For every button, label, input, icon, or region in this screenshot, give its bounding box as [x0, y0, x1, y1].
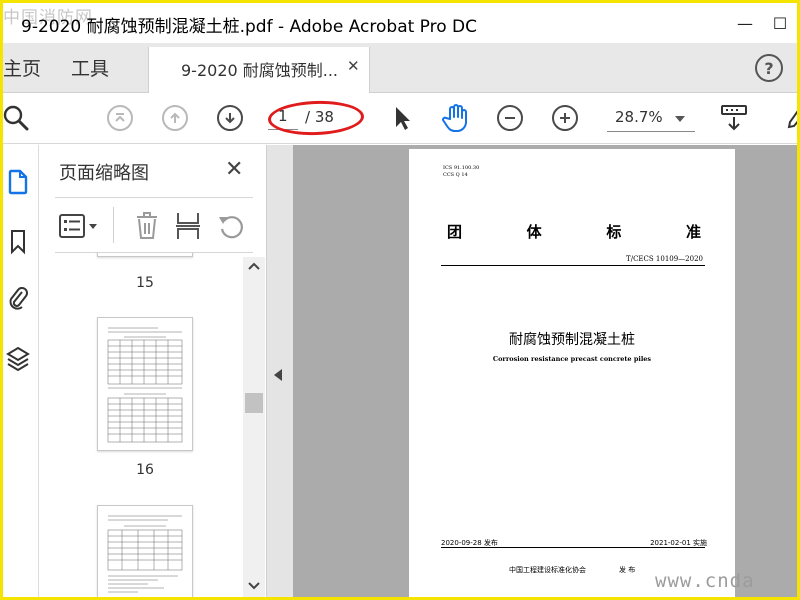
page-thumbnails-icon[interactable]	[3, 165, 33, 199]
document-title-en: Corrosion resistance precast concrete pi…	[492, 355, 652, 363]
standard-heading: 团 体 标 准	[447, 221, 701, 242]
page-total: / 38	[305, 108, 334, 126]
document-tab-label: 9-2020 耐腐蚀预制...	[181, 61, 339, 80]
divider	[441, 265, 705, 266]
panel-title: 页面缩略图	[59, 163, 149, 184]
delete-icon[interactable]	[135, 211, 159, 245]
thumbnail-page[interactable]	[97, 253, 193, 257]
scroll-up-icon[interactable]	[248, 261, 260, 273]
collapse-panel-strip[interactable]	[267, 145, 293, 597]
divider	[55, 197, 253, 198]
heading-char: 准	[685, 223, 701, 241]
tab-bar: 主页 工具 9-2020 耐腐蚀预制... ✕ ?	[3, 43, 797, 93]
divider	[441, 547, 705, 548]
edit-pen-icon[interactable]	[781, 103, 797, 133]
next-page-icon[interactable]	[215, 103, 245, 133]
watermark-bottom: www.cnda	[655, 570, 755, 592]
heading-char: 团	[447, 223, 463, 241]
document-title-cn: 耐腐蚀预制混凝土桩	[509, 332, 635, 348]
heading-char: 体	[526, 223, 542, 241]
page-number-input[interactable]: 1	[268, 106, 298, 130]
search-icon[interactable]	[3, 103, 31, 133]
scroll-mode-icon[interactable]	[719, 103, 749, 133]
window-title: 9-2020 耐腐蚀预制混凝土桩.pdf - Adobe Acrobat Pro…	[21, 17, 478, 37]
app-window: 中国消防网 9-2020 耐腐蚀预制混凝土桩.pdf - Adobe Acrob…	[3, 3, 797, 597]
divider	[113, 207, 114, 243]
pdf-page: ICS 91.100.30 CCS Q 14 团 体 标 准 T/CECS 10…	[409, 149, 735, 597]
previous-page-icon[interactable]	[160, 103, 190, 133]
close-tab-icon[interactable]: ✕	[347, 57, 360, 75]
document-tab[interactable]: 9-2020 耐腐蚀预制... ✕	[148, 47, 370, 93]
close-panel-icon[interactable]: ✕	[225, 157, 243, 182]
attachment-icon[interactable]	[3, 281, 33, 315]
main-toolbar: 1 / 38 28.7%	[3, 94, 797, 144]
thumbnail-page-number: 15	[136, 275, 154, 291]
issuing-association: 中国工程建设标准化协会	[509, 566, 586, 574]
scroll-down-icon[interactable]	[248, 581, 260, 593]
select-cursor-icon[interactable]	[387, 103, 417, 133]
bookmark-icon[interactable]	[3, 225, 33, 259]
help-button[interactable]: ?	[755, 54, 783, 82]
ccs-line: CCS Q 14	[443, 172, 468, 178]
hand-tool-icon[interactable]	[441, 103, 471, 133]
zoom-out-icon[interactable]	[495, 103, 525, 133]
thumbnail-page[interactable]	[97, 317, 193, 451]
title-bar: 中国消防网 9-2020 耐腐蚀预制混凝土桩.pdf - Adobe Acrob…	[3, 3, 797, 43]
ics-code: ICS 91.100.30 CCS Q 14	[443, 165, 479, 179]
extract-pages-icon[interactable]	[175, 211, 201, 245]
panel-toolbar	[55, 201, 253, 251]
zoom-in-icon[interactable]	[550, 103, 580, 133]
rotate-icon[interactable]	[217, 211, 245, 245]
options-menu-icon[interactable]	[59, 213, 101, 243]
first-page-icon[interactable]	[105, 103, 135, 133]
maximize-button[interactable]: ☐	[765, 9, 795, 37]
minimize-button[interactable]: —	[730, 9, 760, 37]
ics-line: ICS 91.100.30	[443, 165, 480, 171]
thumbnail-list: 15 16	[39, 253, 243, 597]
chevron-down-icon[interactable]	[675, 116, 685, 122]
heading-char: 标	[606, 223, 622, 241]
collapse-left-icon[interactable]	[274, 369, 282, 381]
thumbnail-page[interactable]	[97, 505, 193, 597]
layers-icon[interactable]	[3, 341, 33, 375]
issue-label: 发 布	[619, 566, 636, 574]
thumbnails-panel: 页面缩略图 ✕ 15 16	[39, 145, 267, 597]
scrollbar-thumb[interactable]	[245, 393, 263, 413]
thumbnail-page-number: 16	[136, 462, 154, 478]
standard-number: T/CECS 10109—2020	[626, 255, 703, 263]
nav-home[interactable]: 主页	[3, 54, 41, 81]
nav-tools[interactable]: 工具	[71, 54, 109, 81]
thumbnail-scrollbar[interactable]	[243, 257, 265, 597]
left-rail	[3, 145, 39, 597]
